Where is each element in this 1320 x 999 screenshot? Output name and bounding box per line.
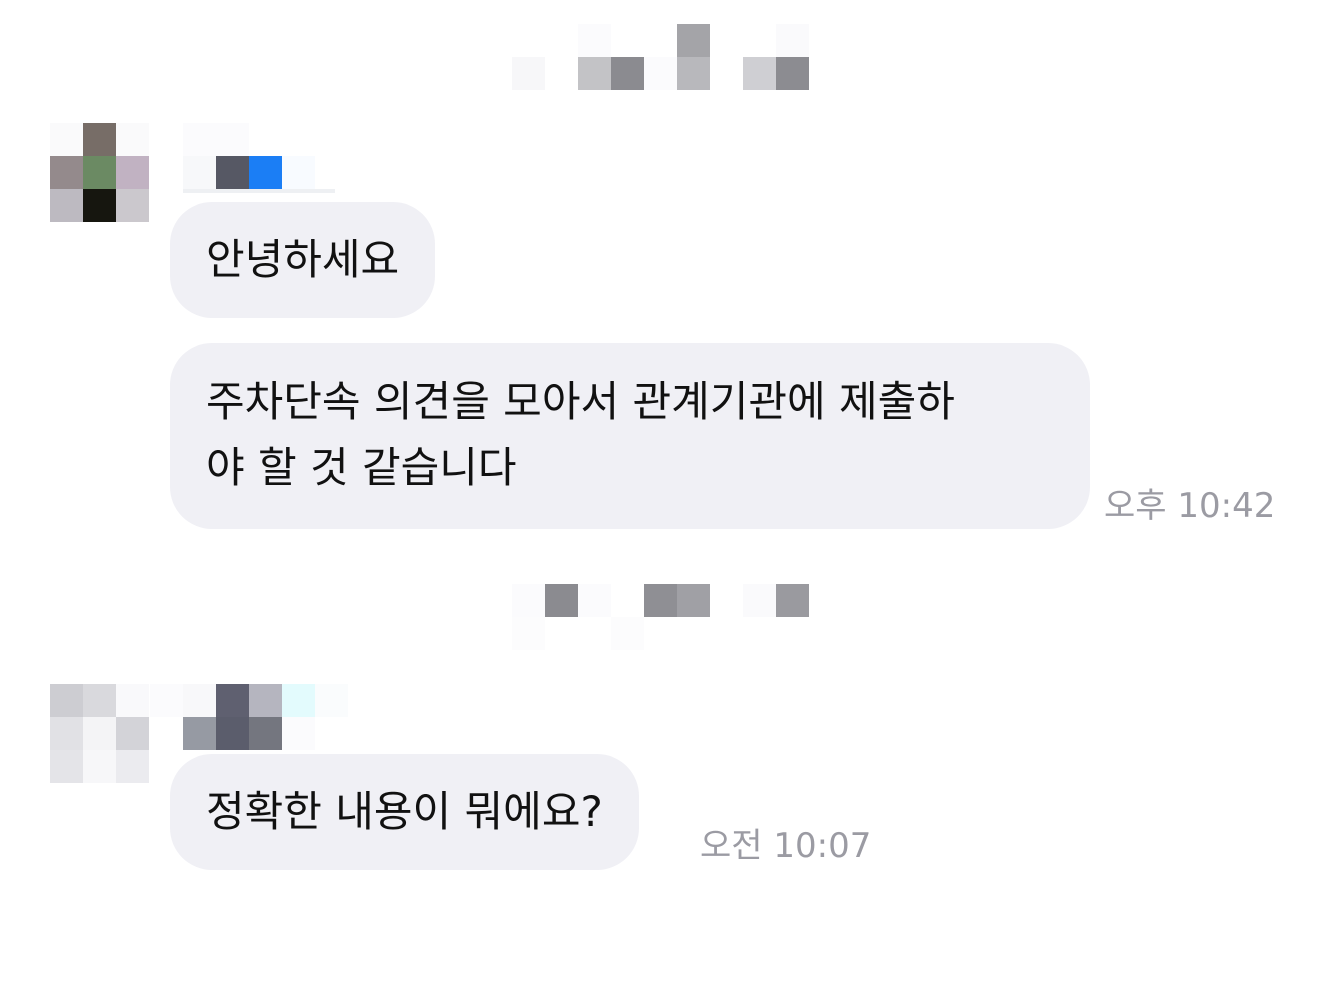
- sender-name-redacted: [150, 684, 350, 750]
- message-text: 야 할 것 같습니다: [206, 443, 517, 492]
- message-text: 정확한 내용이 뭐에요?: [206, 787, 603, 836]
- avatar[interactable]: [50, 684, 150, 784]
- date-separator-redacted: [512, 24, 812, 90]
- message-timestamp: 오후 10:42: [1104, 486, 1276, 526]
- sender-name-redacted: [183, 123, 343, 193]
- message-text: 주차단속 의견을 모아서 관계기관에 제출하: [206, 377, 955, 426]
- message-bubble[interactable]: 주차단속 의견을 모아서 관계기관에 제출하 야 할 것 같습니다: [170, 343, 1090, 529]
- message-bubble[interactable]: 정확한 내용이 뭐에요?: [170, 754, 639, 870]
- message-timestamp: 오전 10:07: [700, 826, 872, 866]
- date-separator-redacted: [512, 584, 812, 650]
- message-bubble[interactable]: 안녕하세요: [170, 202, 436, 318]
- message-text: 안녕하세요: [206, 235, 400, 284]
- avatar[interactable]: [50, 123, 150, 223]
